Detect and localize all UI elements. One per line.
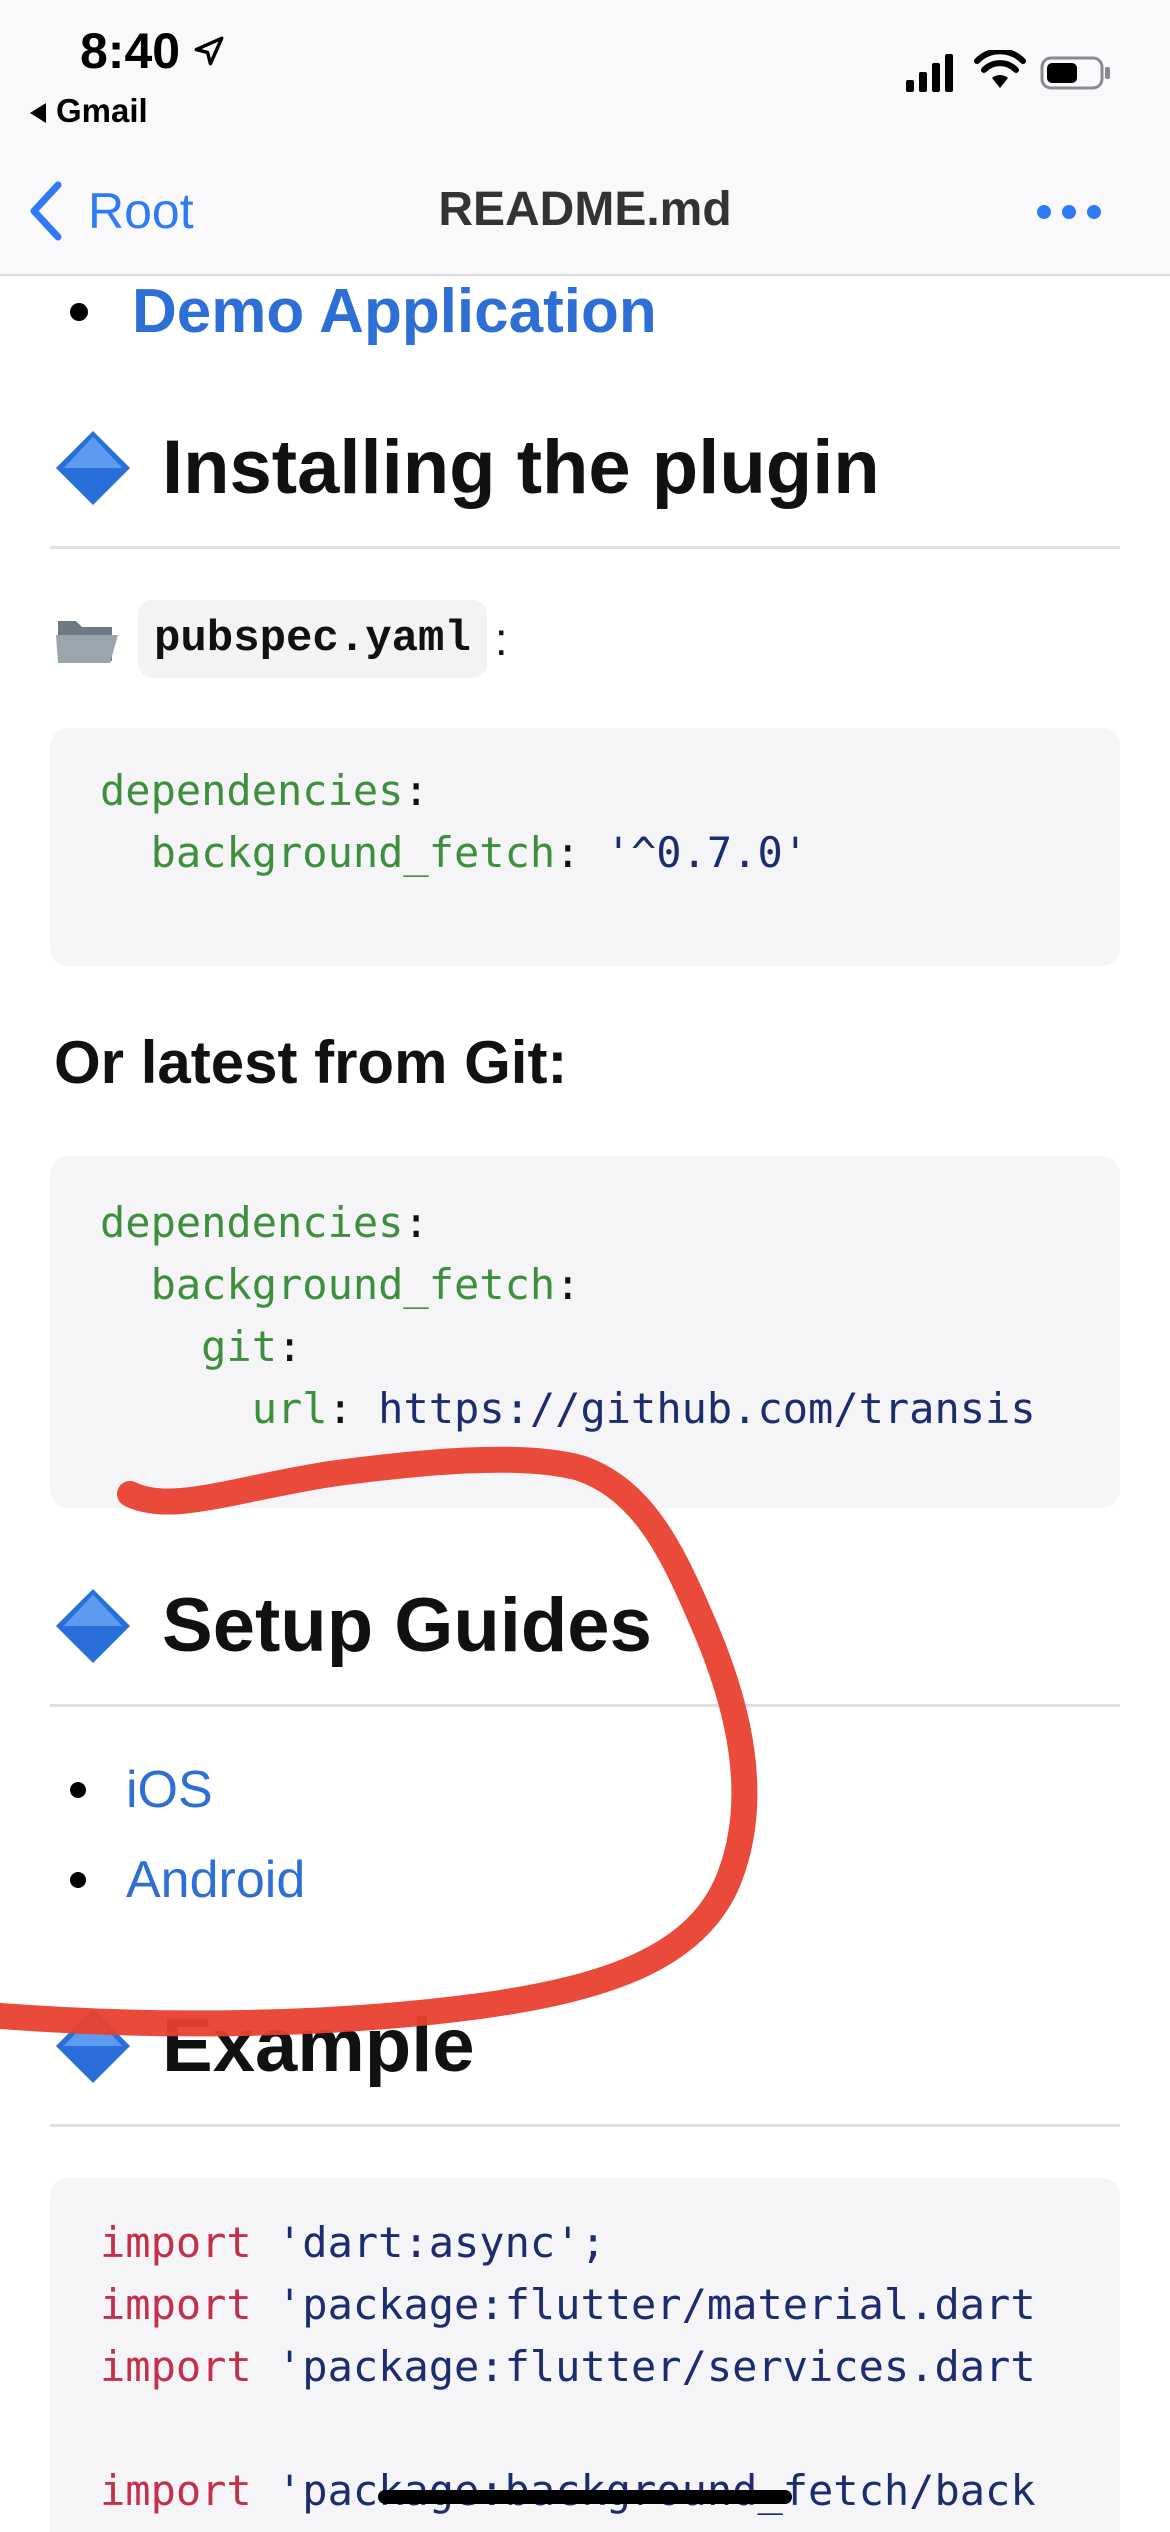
battery-icon — [1040, 56, 1110, 90]
code-line: import 'dart:async'; — [100, 2218, 606, 2267]
back-to-gmail-button[interactable]: Gmail — [30, 92, 148, 130]
divider — [50, 546, 1120, 549]
bullet — [70, 1872, 86, 1888]
cellular-signal-icon — [906, 54, 953, 92]
list-item: Demo Application — [70, 276, 657, 347]
heading-text: Setup Guides — [162, 1583, 652, 1668]
android-link[interactable]: Android — [126, 1850, 305, 1910]
status-bar: 8:40 Gmail — [0, 0, 1170, 150]
folder-icon — [56, 621, 118, 663]
clock: 8:40 — [80, 23, 181, 79]
back-app-label: Gmail — [56, 92, 148, 129]
heading-text: Example — [162, 2003, 475, 2088]
list-item: Android — [70, 1850, 305, 1910]
code-line: background_fetch: — [100, 1260, 581, 1309]
heading-text: Installing the plugin — [162, 425, 880, 510]
ios-link[interactable]: iOS — [126, 1760, 213, 1820]
wifi-icon — [974, 50, 1026, 88]
code-block-dependencies: dependencies: background_fetch: '^0.7.0' — [50, 728, 1120, 966]
divider — [50, 1704, 1120, 1707]
code-block-git: dependencies: background_fetch: git: url… — [50, 1156, 1120, 1508]
demo-application-link[interactable]: Demo Application — [132, 276, 657, 347]
location-arrow-icon — [194, 36, 224, 66]
back-triangle-icon — [30, 103, 46, 124]
code-line: dependencies: — [100, 766, 429, 815]
code-line: url: https://github.com/transis — [100, 1384, 1036, 1433]
list-item: iOS — [70, 1760, 213, 1820]
colon: : — [494, 613, 508, 665]
code-line: git: — [100, 1322, 303, 1371]
page-title: README.md — [438, 183, 732, 236]
blue-diamond-icon — [55, 2008, 131, 2083]
code-block-example: import 'dart:async'; import 'package:flu… — [50, 2178, 1120, 2532]
code-line: import 'package:flutter/services.dart — [100, 2342, 1036, 2391]
blue-diamond-icon — [55, 1588, 131, 1663]
home-indicator[interactable] — [378, 2490, 792, 2504]
more-options-icon[interactable] — [1034, 200, 1104, 224]
code-line: import 'package:flutter/material.dart — [100, 2280, 1036, 2329]
pubspec-filename: pubspec.yaml — [138, 600, 487, 678]
code-line: background_fetch: '^0.7.0' — [100, 828, 809, 877]
bullet — [70, 1782, 86, 1798]
bullet — [70, 302, 88, 321]
heading-installing: Installing the plugin — [54, 424, 880, 511]
heading-setup-guides: Setup Guides — [54, 1582, 652, 1669]
blue-diamond-icon — [55, 430, 131, 505]
divider — [50, 2124, 1120, 2127]
navigation-bar: Root README.md — [0, 150, 1170, 276]
readme-content[interactable]: Demo Application Installing the plugin p… — [0, 276, 1170, 2532]
heading-example: Example — [54, 2002, 475, 2089]
subheading-git: Or latest from Git: — [54, 1029, 568, 1096]
pubspec-line: pubspec.yaml : — [54, 600, 508, 678]
code-line: dependencies: — [100, 1198, 429, 1247]
